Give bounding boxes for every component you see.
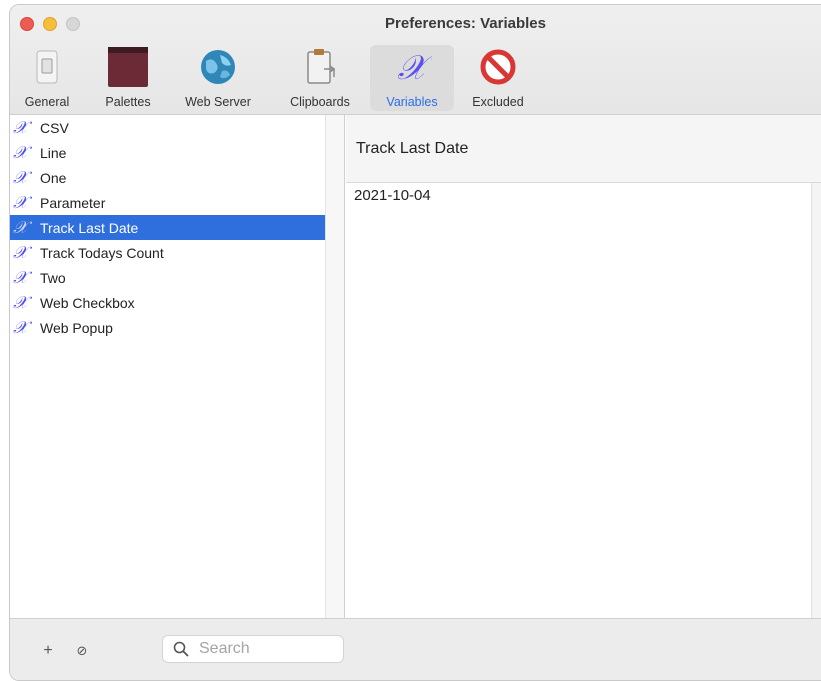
prohibited-icon — [480, 49, 516, 85]
content-area: 𝒳 CSV 𝒳 Line 𝒳 One 𝒳 Parameter 𝒳 Track L… — [10, 115, 821, 618]
list-scrollbar[interactable] — [325, 115, 345, 618]
toolbar-general[interactable]: General — [16, 45, 78, 111]
clipboard-icon — [307, 49, 336, 84]
variable-x-icon: 𝒳 — [397, 48, 432, 87]
variable-x-icon: 𝒳 — [13, 117, 28, 138]
toolbar-general-label: General — [24, 95, 70, 109]
list-item[interactable]: 𝒳 Two — [10, 265, 325, 290]
toolbar-palettes[interactable]: Palettes — [94, 45, 162, 111]
variable-name: Track Last Date — [356, 140, 469, 157]
variable-x-icon: 𝒳 — [13, 142, 28, 163]
bottom-bar: + ⊘ — [10, 618, 821, 680]
variable-x-icon: 𝒳 — [13, 192, 28, 213]
variable-x-icon: 𝒳 — [13, 317, 28, 338]
window-title: Preferences: Variables — [385, 15, 546, 32]
title-bar: Preferences: Variables General Palettes — [10, 5, 821, 115]
variable-x-icon: 𝒳 — [13, 217, 28, 238]
preferences-window: Preferences: Variables General Palettes — [9, 4, 821, 681]
palette-icon — [108, 47, 148, 87]
variable-x-icon: 𝒳 — [13, 292, 28, 313]
switch-icon — [36, 50, 58, 84]
toolbar-excluded-label: Excluded — [472, 95, 524, 109]
list-item-label: One — [40, 169, 67, 186]
detail-scrollbar[interactable] — [811, 183, 821, 618]
list-item-label: Two — [40, 269, 66, 286]
list-item-label: Track Last Date — [40, 219, 139, 236]
list-item-label: Web Checkbox — [40, 294, 135, 311]
toolbar-palettes-label: Palettes — [105, 95, 151, 109]
toolbar-variables-label: Variables — [386, 95, 438, 109]
toolbar-web-server[interactable]: Web Server — [174, 45, 262, 111]
list-item-label: Track Todays Count — [40, 244, 164, 261]
toolbar-variables[interactable]: 𝒳 Variables — [370, 45, 454, 111]
svg-text:𝒳: 𝒳 — [397, 48, 432, 87]
globe-icon — [201, 50, 235, 84]
list-item[interactable]: 𝒳 Line — [10, 140, 325, 165]
search-field[interactable] — [162, 635, 344, 663]
list-item-label: Line — [40, 144, 67, 161]
toolbar-web-server-label: Web Server — [185, 95, 251, 109]
search-input[interactable] — [197, 639, 337, 659]
list-item[interactable]: 𝒳 Parameter — [10, 190, 325, 215]
list-item-label: Parameter — [40, 194, 106, 211]
toolbar-clipboards-label: Clipboards — [290, 95, 350, 109]
list-item-selected[interactable]: 𝒳 Track Last Date — [10, 215, 325, 240]
list-item[interactable]: 𝒳 CSV — [10, 115, 325, 140]
variable-value[interactable]: 2021-10-04 — [354, 187, 431, 204]
remove-variable-button[interactable]: ⊘ — [72, 641, 92, 661]
list-item[interactable]: 𝒳 One — [10, 165, 325, 190]
toolbar-clipboards[interactable]: Clipboards — [278, 45, 362, 111]
list-item-label: Web Popup — [40, 319, 113, 336]
list-item[interactable]: 𝒳 Web Checkbox — [10, 290, 325, 315]
search-icon — [173, 641, 189, 657]
variable-x-icon: 𝒳 — [13, 242, 28, 263]
toolbar-excluded[interactable]: Excluded — [460, 45, 536, 111]
variable-x-icon: 𝒳 — [13, 167, 28, 188]
list-item[interactable]: 𝒳 Web Popup — [10, 315, 325, 340]
list-item-label: CSV — [40, 119, 69, 136]
variable-value-editor[interactable]: 2021-10-04 — [346, 183, 811, 618]
detail-header: Track Last Date — [346, 115, 821, 183]
add-variable-button[interactable]: + — [38, 641, 58, 661]
list-item[interactable]: 𝒳 Track Todays Count — [10, 240, 325, 265]
variable-x-icon: 𝒳 — [13, 267, 28, 288]
variable-list[interactable]: 𝒳 CSV 𝒳 Line 𝒳 One 𝒳 Parameter 𝒳 Track L… — [10, 115, 325, 618]
variable-detail-pane: Track Last Date 2021-10-04 — [346, 115, 821, 618]
